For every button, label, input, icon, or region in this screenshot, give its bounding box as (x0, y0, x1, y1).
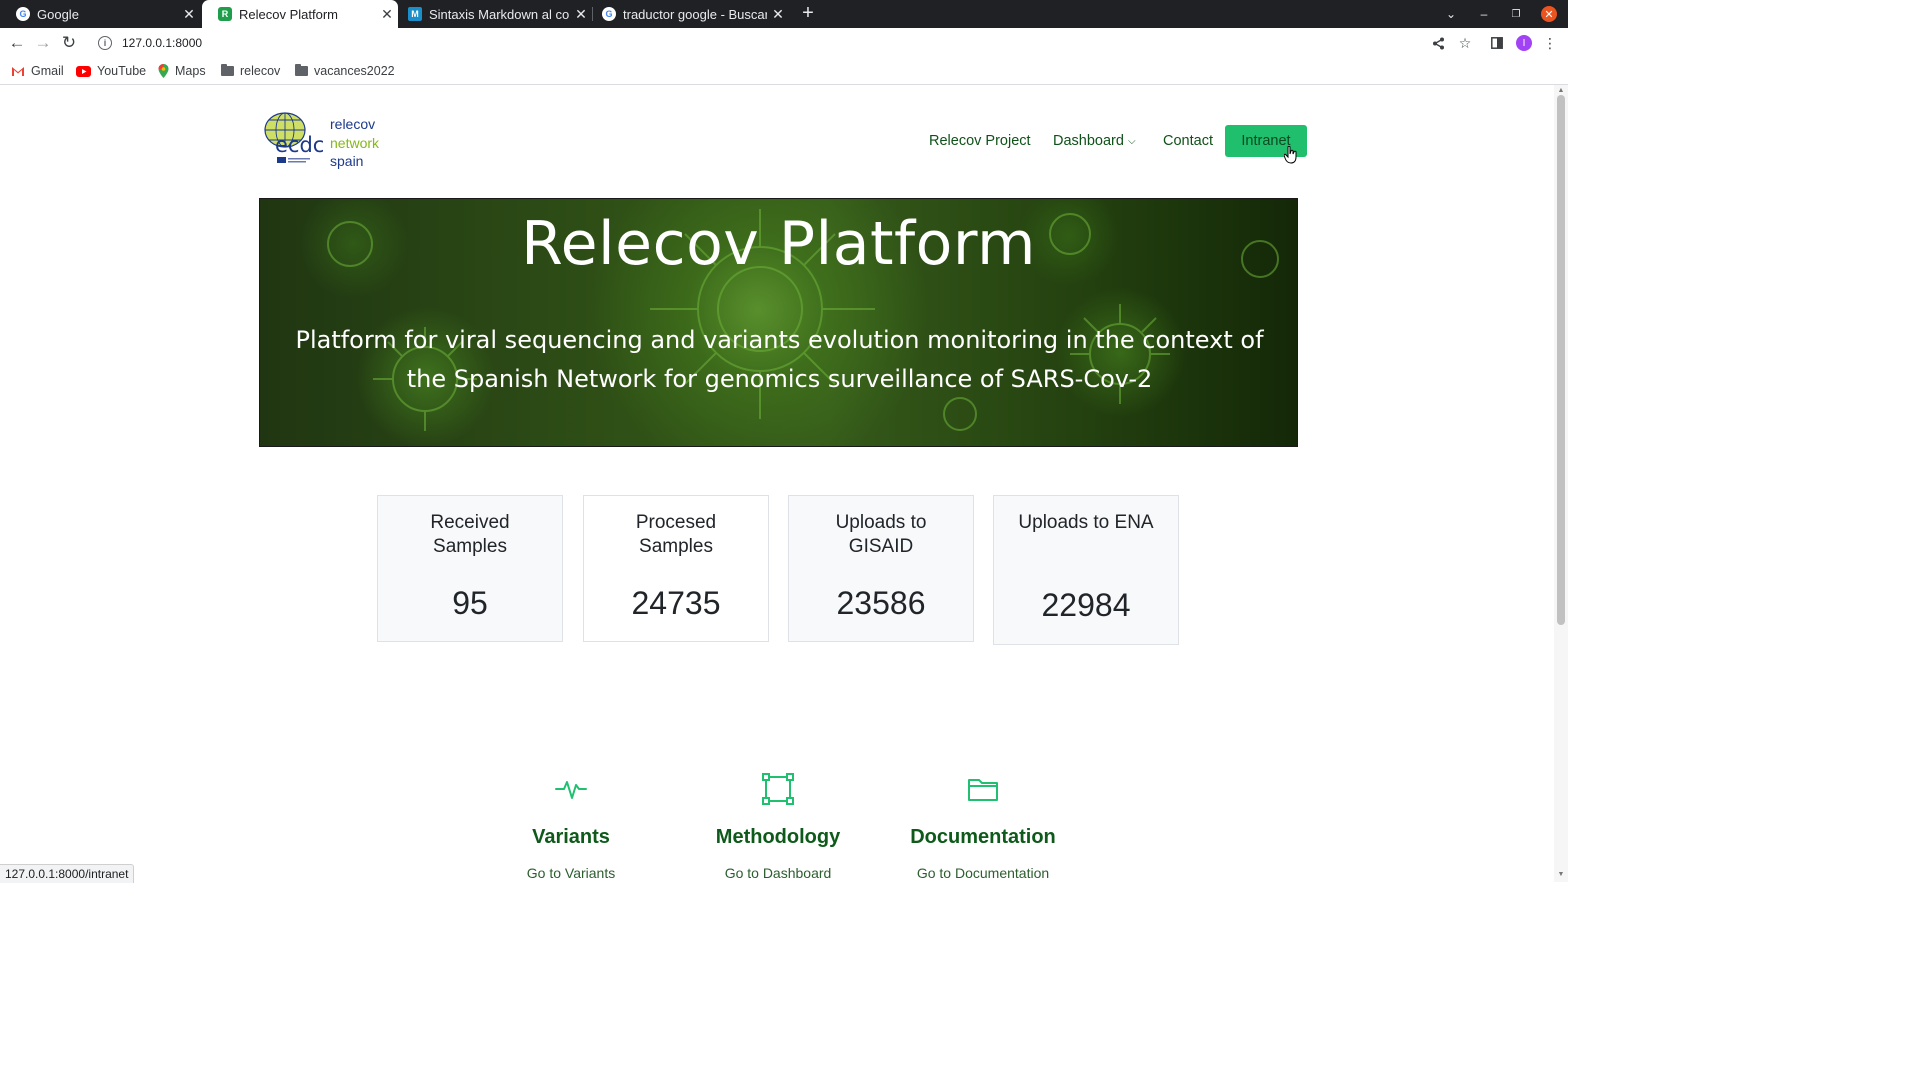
nav-contact[interactable]: Contact (1163, 133, 1213, 149)
page-viewport: ecdc relecov network spain Relecov Proje… (0, 85, 1568, 882)
tab-traductor[interactable]: G traductor google - Buscar ✕ (593, 0, 789, 28)
logo-text: relecov network spain (330, 115, 379, 171)
feature-title: Methodology (715, 826, 841, 848)
feature-methodology: Methodology Go to Dashboard (678, 773, 878, 881)
site-logo[interactable]: ecdc relecov network spain (263, 110, 393, 170)
scroll-up-icon[interactable]: ▲ (1556, 87, 1566, 94)
bookmark-label: relecov (240, 64, 281, 78)
maps-icon (158, 64, 169, 78)
bookmark-folder-vacances2022[interactable]: vacances2022 (295, 62, 395, 80)
close-tab-icon[interactable]: ✕ (376, 6, 398, 23)
stat-value: 24735 (631, 585, 721, 621)
tab-search-icon[interactable]: ⌄ (1442, 0, 1460, 28)
nav-dashboard-dropdown[interactable]: Dashboard ⌵ (1053, 133, 1136, 149)
tab-title: Google (37, 6, 79, 22)
logo-line-2: network (330, 134, 380, 151)
chevron-down-icon: ⌵ (1127, 136, 1136, 147)
stat-label: Uploads to ENA (1018, 512, 1154, 533)
feature-title: Documentation (910, 826, 1056, 848)
bookmark-youtube[interactable]: YouTube (76, 62, 146, 80)
stat-label: Received Samples (430, 512, 510, 557)
bounding-box-icon (678, 773, 878, 805)
relecov-favicon: R (218, 7, 232, 21)
avatar: I (1516, 35, 1532, 51)
stat-card-received-samples: Received Samples 95 (377, 495, 563, 642)
stat-card-procesed-samples: Procesed Samples 24735 (583, 495, 769, 642)
tab-markdown[interactable]: M Sintaxis Markdown al com ✕ (398, 0, 592, 28)
url-text: 127.0.0.1:8000 (122, 36, 203, 50)
go-to-dashboard-link[interactable]: Go to Dashboard (678, 865, 878, 881)
restore-icon[interactable]: ❐ (1507, 0, 1525, 28)
tab-google[interactable]: G Google ✕ (0, 0, 200, 28)
logo-line-3: spain (330, 153, 364, 169)
folder-icon (883, 773, 1083, 805)
bookmark-label: vacances2022 (314, 64, 395, 78)
stat-label: Procesed Samples (635, 512, 717, 557)
bookmark-maps[interactable]: Maps (158, 62, 206, 80)
close-tab-icon[interactable]: ✕ (178, 6, 200, 23)
hero-banner: Relecov Platform Platform for viral sequ… (259, 198, 1298, 447)
bookmark-label: YouTube (97, 64, 147, 78)
tab-title: Sintaxis Markdown al com (429, 6, 570, 22)
address-bar[interactable]: i 127.0.0.1:8000 (92, 30, 1482, 56)
back-button[interactable]: ← (6, 32, 28, 54)
bookmark-folder-relecov[interactable]: relecov (221, 62, 280, 80)
browser-tab-strip: G Google ✕ R Relecov Platform ✕ M Sintax… (0, 0, 1568, 28)
close-tab-icon[interactable]: ✕ (767, 6, 789, 23)
hero-title: Relecov Platform (521, 209, 1036, 279)
ecdc-globe-logo: ecdc (264, 112, 324, 163)
close-window-icon: ✕ (1541, 6, 1557, 22)
hero-subtitle: Platform for viral sequencing and varian… (295, 326, 1264, 393)
minimize-icon[interactable]: – (1475, 0, 1493, 28)
browser-toolbar: ← → ↻ i 127.0.0.1:8000 ☆ I ⋮ (0, 28, 1568, 58)
bookmark-gmail[interactable]: Gmail (11, 62, 64, 80)
close-tab-icon[interactable]: ✕ (570, 6, 592, 23)
stat-label: Uploads to GISAID (835, 512, 927, 557)
stat-value: 95 (452, 585, 488, 621)
tab-title: Relecov Platform (239, 6, 338, 22)
page-scrollbar[interactable]: ▲ ▼ (1554, 85, 1568, 882)
gmail-icon (11, 66, 25, 77)
close-window-button[interactable]: ✕ (1540, 0, 1558, 28)
go-to-variants-link[interactable]: Go to Variants (471, 865, 671, 881)
google-favicon: G (602, 7, 616, 21)
stat-card-uploads-ena: Uploads to ENA 22984 (993, 495, 1179, 645)
site-info-icon[interactable]: i (98, 36, 112, 50)
youtube-icon (76, 65, 91, 77)
activity-icon (471, 773, 671, 805)
link-status-bar: 127.0.0.1:8000/intranet (0, 864, 135, 883)
mouse-cursor-icon (1283, 145, 1298, 169)
logo-line-1: relecov (330, 116, 376, 132)
feature-title: Variants (532, 826, 610, 848)
bookmark-label: Gmail (31, 64, 64, 78)
stat-value: 23586 (836, 585, 926, 621)
tab-title: traductor google - Buscar (623, 6, 767, 22)
nav-relecov-project[interactable]: Relecov Project (929, 133, 1031, 149)
bookmark-star-icon[interactable]: ☆ (1456, 34, 1474, 52)
google-favicon: G (16, 7, 30, 21)
share-icon[interactable] (1429, 34, 1447, 52)
bookmarks-bar: Gmail YouTube Maps relecov vacances2022 (0, 58, 1568, 85)
tab-relecov-platform[interactable]: R Relecov Platform ✕ (202, 0, 398, 28)
nav-dashboard-label: Dashboard (1053, 133, 1124, 149)
scrollbar-thumb[interactable] (1557, 95, 1565, 625)
go-to-documentation-link[interactable]: Go to Documentation (883, 865, 1083, 881)
folder-icon (295, 64, 308, 76)
feature-documentation: Documentation Go to Documentation (883, 773, 1083, 881)
folder-icon (221, 64, 234, 76)
stat-value: 22984 (1041, 587, 1131, 623)
scroll-down-icon[interactable]: ▼ (1556, 871, 1566, 878)
bookmark-label: Maps (175, 64, 206, 78)
menu-kebab-icon[interactable]: ⋮ (1541, 34, 1559, 52)
reload-button[interactable]: ↻ (58, 32, 80, 54)
side-panel-icon[interactable] (1488, 34, 1506, 52)
logo-mark: ecdc (275, 133, 324, 157)
markdown-favicon: M (408, 7, 422, 21)
profile-avatar[interactable]: I (1515, 34, 1533, 52)
forward-button[interactable]: → (32, 32, 54, 54)
stat-card-uploads-gisaid: Uploads to GISAID 23586 (788, 495, 974, 642)
new-tab-button[interactable]: + (797, 3, 819, 25)
feature-variants: Variants Go to Variants (471, 773, 671, 881)
